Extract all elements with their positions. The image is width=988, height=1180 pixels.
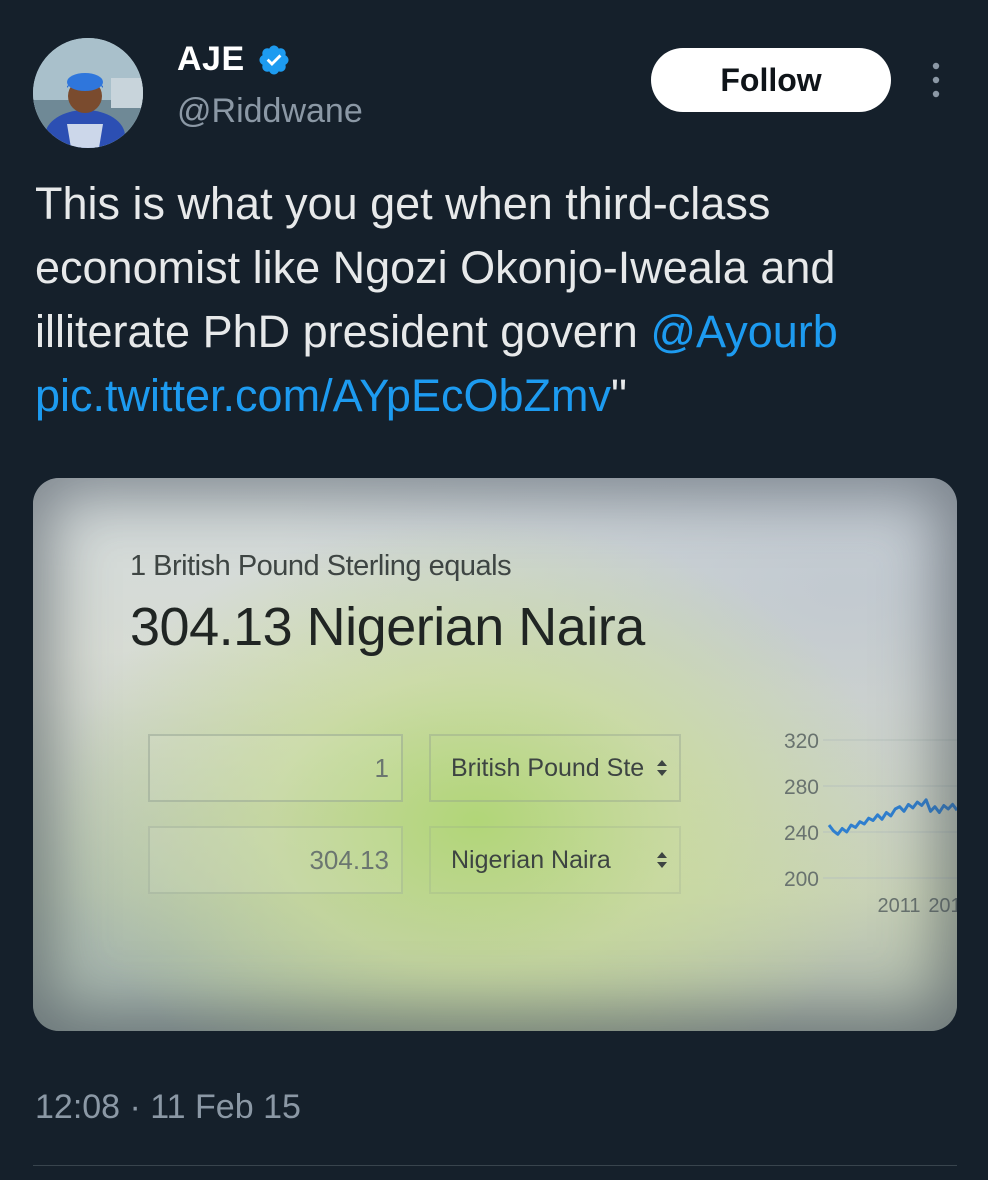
select-caret-icon	[657, 852, 667, 868]
y-tick-label: 320	[784, 730, 819, 753]
to-currency-value: Nigerian Naira	[451, 845, 611, 874]
to-amount-value: 304.13	[309, 844, 389, 875]
display-name-row: AJE	[177, 40, 291, 79]
tweet-text-fragment: illiterate PhD president govern	[35, 306, 651, 357]
mention-link[interactable]: @Ayourb	[650, 306, 837, 357]
media-link[interactable]: pic.twitter.com/AYpEcObZmv	[35, 370, 611, 421]
user-handle[interactable]: @Riddwane	[177, 92, 363, 131]
exchange-rate-chart: 320 280 240 200 2011 201	[784, 730, 957, 917]
from-amount-field: 1	[148, 734, 403, 802]
tweet-text-line: This is what you get when third-class	[35, 178, 771, 229]
vertical-ellipsis-icon[interactable]	[924, 60, 948, 100]
y-tick-label: 280	[784, 776, 819, 799]
x-tick-label: 2011	[877, 895, 920, 917]
attached-photo[interactable]: 1 British Pound Sterling equals 304.13 N…	[33, 478, 957, 1031]
conversion-result: 304.13 Nigerian Naira	[130, 597, 645, 657]
tweet-card: AJE @Riddwane Follow This is what you ge…	[0, 0, 988, 1180]
trailing-quote: "	[610, 370, 627, 421]
verified-badge-icon	[259, 44, 289, 75]
y-tick-label: 200	[784, 868, 819, 891]
from-currency-select: British Pound Ste	[429, 734, 681, 802]
divider	[33, 1165, 957, 1166]
tweet-text-line: economist like Ngozi Okonjo-Iweala and	[35, 242, 836, 293]
to-currency-select: Nigerian Naira	[429, 826, 681, 894]
from-amount-value: 1	[374, 752, 389, 783]
x-tick-label: 201	[928, 895, 957, 917]
profile-photo-icon	[33, 38, 143, 148]
tweet-timestamp[interactable]: 12:08 · 11 Feb 15	[35, 1088, 301, 1127]
avatar[interactable]	[33, 38, 143, 148]
tweet-text: This is what you get when third-class ec…	[35, 172, 965, 428]
to-amount-field: 304.13	[148, 826, 403, 894]
select-caret-icon	[657, 760, 667, 776]
y-tick-label: 240	[784, 822, 819, 845]
follow-button[interactable]: Follow	[651, 48, 891, 112]
display-name[interactable]: AJE	[177, 40, 245, 79]
from-currency-value: British Pound Ste	[451, 753, 645, 782]
tweet-text-line: pic.twitter.com/AYpEcObZmv"	[35, 364, 965, 428]
conversion-intro: 1 British Pound Sterling equals	[130, 550, 512, 582]
series-line	[827, 798, 957, 836]
tweet-text-line: illiterate PhD president govern @Ayourb	[35, 300, 965, 364]
